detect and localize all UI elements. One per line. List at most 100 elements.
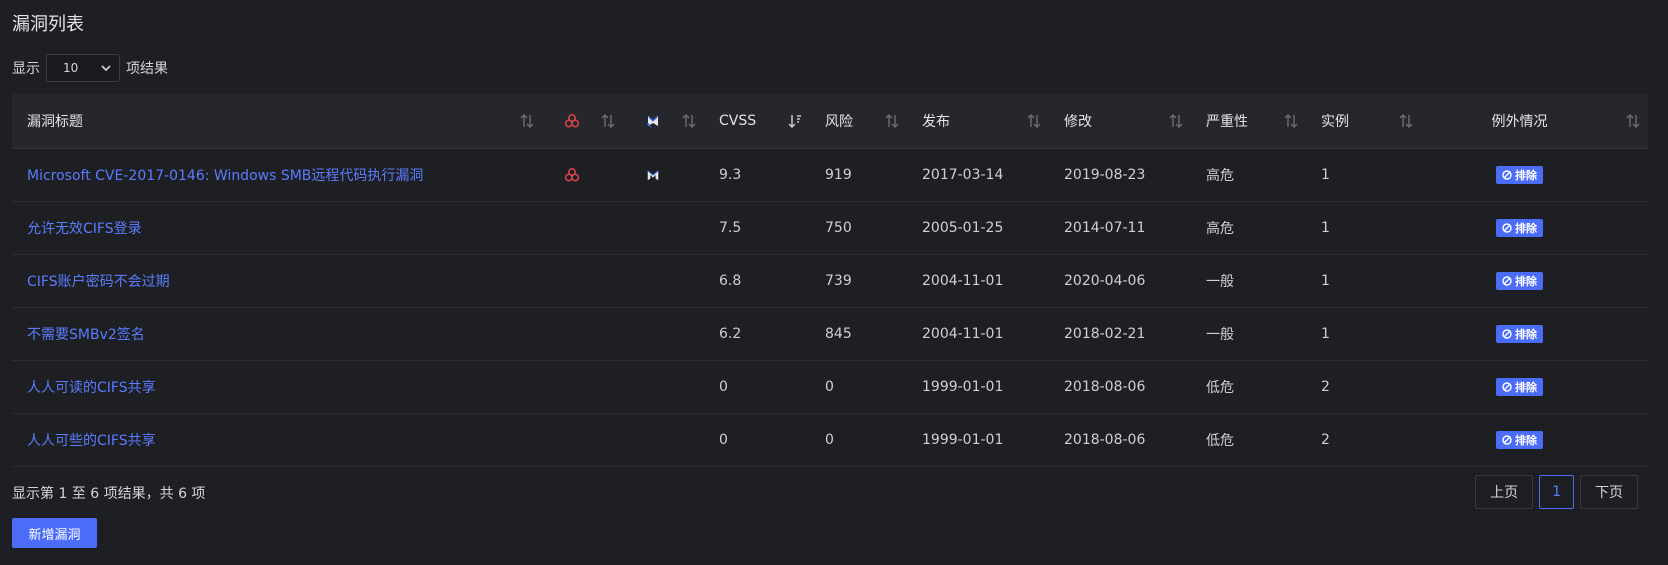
biohazard-icon xyxy=(564,113,579,128)
exclude-button[interactable]: 排除 xyxy=(1496,218,1543,237)
vulnerability-link[interactable]: 允许无效CIFS登录 xyxy=(27,221,142,237)
cell-modified: 2018-08-06 xyxy=(1064,378,1146,395)
cell-published: 1999-01-01 xyxy=(922,378,1004,395)
cell-exceptions: 排除 xyxy=(1421,148,1648,201)
column-header-exceptions[interactable]: 例外情况 xyxy=(1421,94,1648,149)
cell-modified: 2020-04-06 xyxy=(1064,272,1146,289)
sort-icon xyxy=(520,114,534,128)
cell-exploit xyxy=(623,413,704,466)
cell-cvss: 6.2 xyxy=(719,325,742,342)
cell-instances: 1 xyxy=(1321,219,1330,236)
vulnerability-list-page: 漏洞列表 显示 10 项结果 漏洞标题 CVSS 风险 发布 修改 严重性 实例… xyxy=(0,0,1668,565)
metasploit-icon xyxy=(646,169,659,180)
cell-modified: 2018-08-06 xyxy=(1064,431,1146,448)
ban-icon xyxy=(1502,222,1512,233)
exclude-button[interactable]: 排除 xyxy=(1496,324,1543,343)
column-header-instances[interactable]: 实例 xyxy=(1306,94,1421,149)
sort-icon xyxy=(1626,114,1640,128)
exclude-label: 排除 xyxy=(1515,221,1537,235)
exclude-button[interactable]: 排除 xyxy=(1496,430,1543,449)
ban-icon xyxy=(1502,328,1512,339)
cell-risk: 0 xyxy=(825,431,834,448)
table-row: Microsoft CVE-2017-0146: Windows SMB远程代码… xyxy=(12,148,1648,201)
cell-instances: 1 xyxy=(1321,325,1330,342)
cell-risk: 845 xyxy=(825,325,852,342)
column-header-malware[interactable] xyxy=(542,94,623,149)
sort-icon xyxy=(682,114,696,128)
cell-modified: 2019-08-23 xyxy=(1064,166,1146,183)
column-header-published[interactable]: 发布 xyxy=(907,94,1049,149)
sort-icon xyxy=(1027,114,1041,128)
table-header-row: 漏洞标题 CVSS 风险 发布 修改 严重性 实例 例外情况 xyxy=(12,94,1648,149)
ban-icon xyxy=(1502,169,1512,180)
cell-instances: 1 xyxy=(1321,272,1330,289)
cell-malware xyxy=(542,201,623,254)
table-row: 人人可读的CIFS共享 0 0 1999-01-01 2018-08-06 低危… xyxy=(12,360,1648,413)
cell-title: 人人可些的CIFS共享 xyxy=(12,413,542,466)
cell-severity: 一般 xyxy=(1206,326,1234,343)
cell-title: 人人可读的CIFS共享 xyxy=(12,360,542,413)
prev-page-button[interactable]: 上页 xyxy=(1475,475,1534,509)
exclude-label: 排除 xyxy=(1515,168,1537,182)
table-row: 允许无效CIFS登录 7.5 750 2005-01-25 2014-07-11… xyxy=(12,201,1648,254)
cell-modified: 2014-07-11 xyxy=(1064,219,1146,236)
column-header-severity[interactable]: 严重性 xyxy=(1191,94,1306,149)
chevron-down-icon xyxy=(101,65,111,72)
cell-severity: 高危 xyxy=(1206,220,1234,237)
cell-published: 1999-01-01 xyxy=(922,431,1004,448)
vulnerability-link[interactable]: 人人可读的CIFS共享 xyxy=(27,380,156,396)
exclude-button[interactable]: 排除 xyxy=(1496,377,1543,396)
length-menu: 显示 10 项结果 xyxy=(12,54,168,82)
length-suffix: 项结果 xyxy=(126,61,168,77)
page-number-button[interactable]: 1 xyxy=(1539,475,1574,509)
cell-title: 允许无效CIFS登录 xyxy=(12,201,542,254)
page-title: 漏洞列表 xyxy=(12,14,84,35)
cell-cvss: 7.5 xyxy=(719,219,742,236)
cell-title: 不需要SMBv2签名 xyxy=(12,307,542,360)
sort-desc-icon xyxy=(788,115,801,129)
cell-exceptions: 排除 xyxy=(1421,201,1648,254)
cell-malware xyxy=(542,254,623,307)
cell-malware xyxy=(542,360,623,413)
column-header-title[interactable]: 漏洞标题 xyxy=(12,94,542,149)
page-length-value: 10 xyxy=(63,61,79,75)
table-row: 不需要SMBv2签名 6.2 845 2004-11-01 2018-02-21… xyxy=(12,307,1648,360)
column-header-exploit[interactable] xyxy=(623,94,704,149)
cell-title: Microsoft CVE-2017-0146: Windows SMB远程代码… xyxy=(12,148,542,201)
vulnerability-link[interactable]: 不需要SMBv2签名 xyxy=(27,327,145,343)
cell-exploit xyxy=(623,360,704,413)
sort-icon xyxy=(1169,114,1183,128)
cell-severity: 一般 xyxy=(1206,273,1234,290)
cell-cvss: 9.3 xyxy=(719,166,742,183)
column-header-modified[interactable]: 修改 xyxy=(1049,94,1191,149)
column-header-cvss[interactable]: CVSS xyxy=(704,94,810,149)
cell-risk: 750 xyxy=(825,219,852,236)
next-page-button[interactable]: 下页 xyxy=(1580,475,1638,509)
column-header-risk[interactable]: 风险 xyxy=(810,94,907,149)
cell-instances: 2 xyxy=(1321,378,1330,395)
pagination: 上页 1 下页 xyxy=(1475,475,1638,509)
vulnerability-link[interactable]: Microsoft CVE-2017-0146: Windows SMB远程代码… xyxy=(27,168,423,184)
cell-title: CIFS账户密码不会过期 xyxy=(12,254,542,307)
exclude-button[interactable]: 排除 xyxy=(1496,271,1543,290)
exclude-label: 排除 xyxy=(1515,327,1537,341)
page-length-select[interactable]: 10 xyxy=(46,54,120,82)
cell-exceptions: 排除 xyxy=(1421,360,1648,413)
exclude-button[interactable]: 排除 xyxy=(1496,165,1543,184)
cell-exceptions: 排除 xyxy=(1421,254,1648,307)
vulnerability-link[interactable]: CIFS账户密码不会过期 xyxy=(27,274,170,290)
cell-risk: 0 xyxy=(825,378,834,395)
cell-exceptions: 排除 xyxy=(1421,413,1648,466)
cell-malware xyxy=(542,307,623,360)
ban-icon xyxy=(1502,434,1512,445)
cell-severity: 低危 xyxy=(1206,379,1234,396)
vulnerability-link[interactable]: 人人可些的CIFS共享 xyxy=(27,433,156,449)
vulnerability-table: 漏洞标题 CVSS 风险 发布 修改 严重性 实例 例外情况 Microsoft… xyxy=(12,94,1648,467)
cell-exploit xyxy=(623,201,704,254)
cell-published: 2004-11-01 xyxy=(922,325,1004,342)
ban-icon xyxy=(1502,381,1512,392)
length-prefix: 显示 xyxy=(12,61,40,77)
add-vulnerability-button[interactable]: 新增漏洞 xyxy=(12,518,97,548)
table-body: Microsoft CVE-2017-0146: Windows SMB远程代码… xyxy=(12,148,1648,466)
cell-exploit xyxy=(623,254,704,307)
